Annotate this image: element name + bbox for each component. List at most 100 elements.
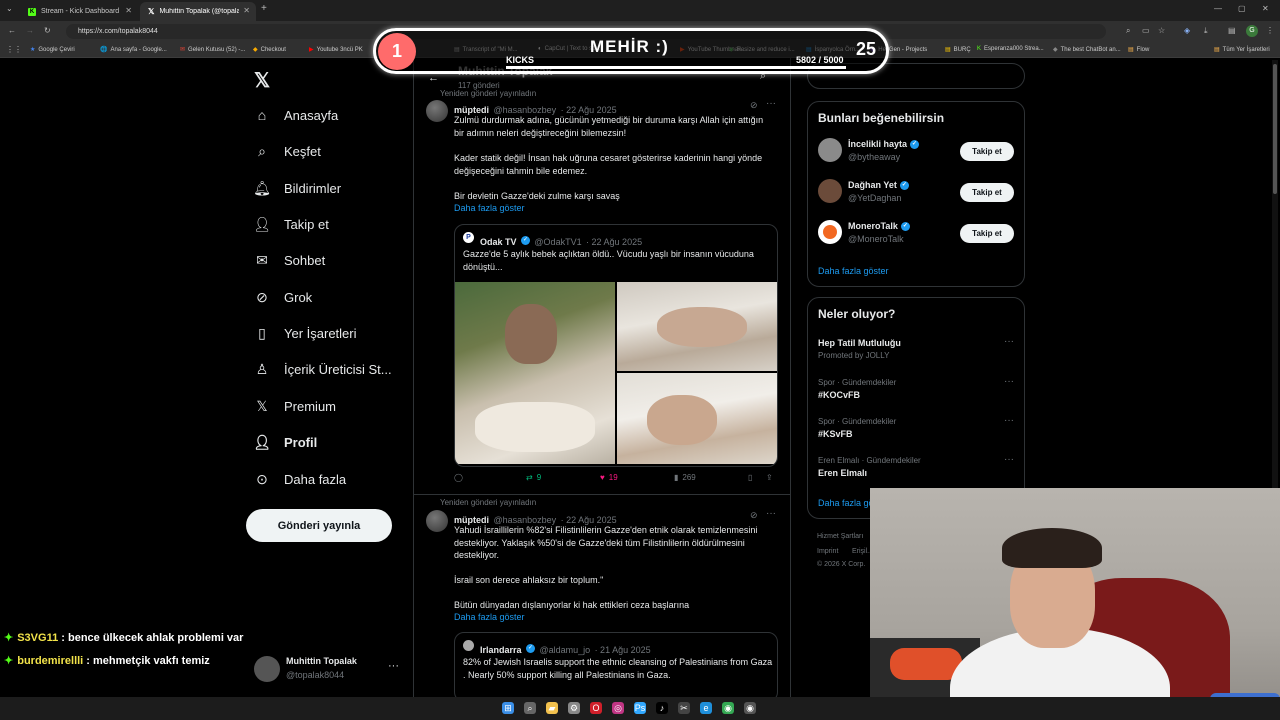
nav-item-bookmark[interactable]: ▯ Yer İşaretleri — [254, 321, 356, 345]
maximize-icon[interactable]: ▢ — [1238, 4, 1246, 13]
avatar[interactable] — [426, 510, 448, 532]
show-more-link[interactable]: Daha fazla göster — [454, 203, 525, 213]
nav-item-search[interactable]: ⌕ Keşfet — [254, 139, 321, 163]
forward-icon[interactable]: → — [26, 26, 34, 35]
grok-icon[interactable]: ⊘ — [750, 510, 758, 521]
bookmark-item[interactable]: 🌐 Ana sayfa - Google... — [100, 46, 167, 54]
opera-icon[interactable]: O — [590, 702, 602, 714]
photo-baby-2[interactable] — [617, 373, 777, 464]
trend-more-icon[interactable]: ··· — [1004, 336, 1014, 347]
scrollbar-thumb[interactable] — [1273, 64, 1277, 194]
trend-name[interactable]: Hep Tatil Mutluluğu — [818, 338, 901, 348]
bookmark-item[interactable]: K Esperanza000 Strea... — [977, 46, 1044, 52]
follow-button[interactable]: Takip et — [960, 224, 1014, 243]
photo-man-holding-baby[interactable] — [455, 282, 615, 464]
reply-button[interactable]: ◯ — [454, 473, 467, 482]
avatar[interactable] — [818, 179, 842, 203]
nav-item-x-logo[interactable]: 𝕏 Premium — [254, 394, 336, 418]
follow-button[interactable]: Takip et — [960, 142, 1014, 161]
back-icon[interactable]: ← — [8, 26, 16, 35]
nav-item-home[interactable]: ⌂ Anasayfa — [254, 103, 338, 127]
trend-name[interactable]: Eren Elmalı — [818, 468, 867, 478]
trend-name[interactable]: #KSvFB — [818, 429, 853, 439]
close-window-icon[interactable]: ✕ — [1262, 4, 1269, 13]
nav-item-follow[interactable]: 👤︎ Takip et — [253, 212, 329, 236]
tab-search-icon[interactable]: ⌄ — [6, 4, 13, 13]
close-tab-icon[interactable]: ✕ — [243, 6, 250, 15]
tiktok-icon[interactable]: ♪ — [656, 702, 668, 714]
footer-link[interactable]: Hizmet Şartları — [817, 533, 863, 540]
nav-item-more-circle[interactable]: ⊙ Daha fazla — [254, 467, 346, 491]
extension-icon[interactable]: ◈ — [1184, 26, 1190, 35]
nav-item-bell[interactable]: 🔔︎ Bildirimler — [253, 176, 341, 200]
footer-link[interactable]: Imprint — [817, 548, 838, 555]
bookmark-star-icon[interactable]: ☆ — [1158, 26, 1165, 35]
trend-more-icon[interactable]: ··· — [1004, 454, 1014, 465]
chrome-icon[interactable]: ◉ — [722, 702, 734, 714]
repost-button[interactable]: ⇄ 9 — [526, 473, 541, 482]
avatar[interactable] — [426, 100, 448, 122]
reload-icon[interactable]: ↻ — [44, 26, 51, 35]
apps-grid-icon[interactable]: ⋮⋮ — [6, 45, 22, 54]
tweet-more-icon[interactable]: ··· — [766, 98, 776, 109]
suggested-user-name[interactable]: Dağhan Yet ✓ — [848, 180, 909, 191]
nav-item-creator[interactable]: ♙ İçerik Üreticisi St... — [254, 357, 392, 381]
like-button[interactable]: ♥ 19 — [600, 473, 618, 482]
bookmark-item[interactable]: ▤ Flow — [1128, 46, 1149, 54]
search-taskbar-icon[interactable]: ⌕ — [524, 702, 536, 714]
suggested-user-name[interactable]: İncelikli hayta ✓ — [848, 139, 920, 150]
obs-icon[interactable]: ◉ — [744, 702, 756, 714]
bookmark-item[interactable]: ▤ Tüm Yer İşaretleri — [1214, 46, 1270, 54]
new-tab-icon[interactable]: + — [261, 3, 267, 14]
bookmark-item[interactable]: ★ Google Çeviri — [30, 46, 75, 54]
bookmark-item[interactable]: ▶ Youtube 3ncü PK — [309, 46, 363, 54]
nav-item-mail[interactable]: ✉ Sohbet — [254, 248, 325, 272]
x-logo-icon[interactable]: 𝕏 — [254, 68, 270, 93]
nav-item-grok[interactable]: ⊘ Grok — [254, 285, 312, 309]
download-icon[interactable]: ⤓ — [1204, 26, 1208, 36]
account-avatar[interactable] — [254, 656, 280, 682]
avatar[interactable] — [818, 220, 842, 244]
quoted-tweet[interactable]: Irlandarra ✓ @aldamu_jo · 21 Ağu 2025 82… — [454, 632, 778, 702]
show-more-link[interactable]: Daha fazla göster — [818, 266, 889, 276]
quoted-tweet[interactable]: P Odak TV ✓ @OdakTV1 · 22 Ağu 2025 Gazze… — [454, 224, 778, 467]
trend-more-icon[interactable]: ··· — [1004, 376, 1014, 387]
tab-kick-dashboard[interactable]: K Stream - Kick Dashboard ✕ — [20, 2, 138, 21]
edge-icon[interactable]: e — [700, 702, 712, 714]
follow-button[interactable]: Takip et — [960, 183, 1014, 202]
nav-item-label: Keşfet — [284, 143, 321, 159]
post-button[interactable]: Gönderi yayınla — [246, 509, 392, 542]
grok-icon[interactable]: ⊘ — [750, 100, 758, 111]
account-more-icon[interactable]: ··· — [388, 660, 399, 672]
close-tab-icon[interactable]: ✕ — [125, 6, 132, 15]
bookmark-item[interactable]: ◆ Checkout — [253, 46, 286, 54]
trend-name[interactable]: #KOCvFB — [818, 390, 860, 400]
bookmark-item[interactable]: ▤ BURÇ — [945, 46, 971, 54]
suggested-user-name[interactable]: MoneroTalk ✓ — [848, 221, 910, 232]
photoshop-icon[interactable]: Ps — [634, 702, 646, 714]
capcut-icon[interactable]: ✂ — [678, 702, 690, 714]
views-button[interactable]: ▮ 269 — [674, 473, 696, 482]
instagram-icon[interactable]: ◎ — [612, 702, 624, 714]
minimize-icon[interactable]: — — [1214, 4, 1222, 13]
photo-baby-1[interactable] — [617, 282, 777, 371]
profile-avatar-icon[interactable]: G — [1246, 25, 1258, 37]
bookmark-item[interactable]: ✉ Gelen Kutusu (52) -... — [180, 46, 245, 54]
cast-icon[interactable]: ▭ — [1142, 26, 1150, 35]
menu-kebab-icon[interactable]: ⋮ — [1266, 26, 1274, 35]
bell-icon: 🔔︎ — [253, 179, 271, 196]
zoom-icon[interactable]: ⌕ — [1126, 26, 1130, 36]
bookmark-tweet-icon[interactable]: ▯ — [748, 473, 752, 482]
sidepanel-icon[interactable]: ▤ — [1228, 26, 1236, 35]
avatar[interactable] — [818, 138, 842, 162]
tab-x-profile[interactable]: 𝕏 Muhittin Topalak (@topalak8044) / X ✕ — [140, 2, 256, 21]
trend-more-icon[interactable]: ··· — [1004, 415, 1014, 426]
windows-start-icon[interactable]: ⊞ — [502, 702, 514, 714]
file-explorer-icon[interactable]: ▰ — [546, 702, 558, 714]
show-more-link[interactable]: Daha fazla göster — [454, 612, 525, 622]
settings-icon[interactable]: ⚙ — [568, 702, 580, 714]
nav-item-user[interactable]: 👤︎ Profil — [253, 430, 317, 454]
bookmark-item[interactable]: ◆ The best ChatBot an... — [1053, 46, 1121, 54]
tweet-more-icon[interactable]: ··· — [766, 508, 776, 519]
share-icon[interactable]: ⇪ — [766, 473, 773, 482]
